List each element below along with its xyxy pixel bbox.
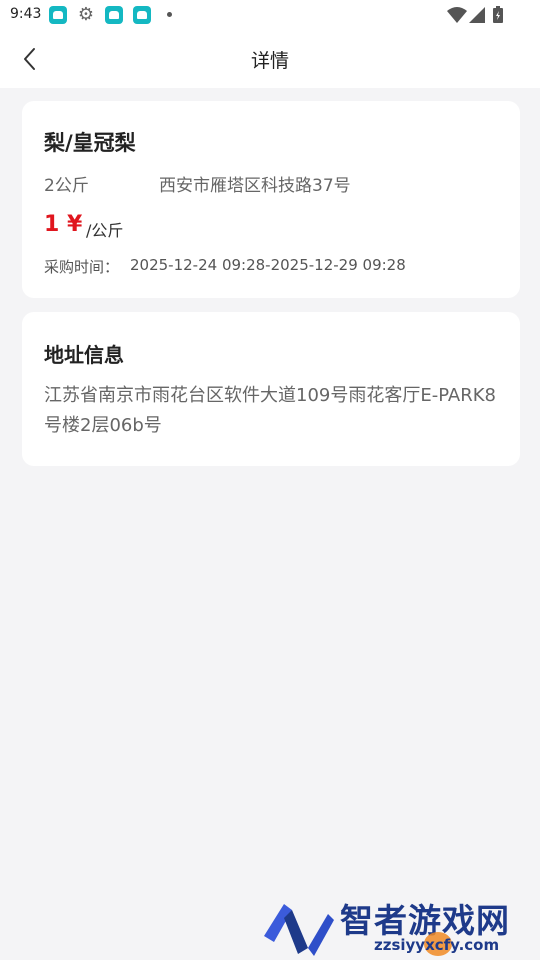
address-card: 地址信息 江苏省南京市雨花台区软件大道109号雨花客厅E-PARK8号楼2层06… — [22, 312, 520, 466]
product-location: 西安市雁塔区科技路37号 — [159, 176, 351, 196]
app-notification-icon — [133, 6, 151, 24]
price-unit: /公斤 — [86, 221, 124, 240]
product-card: 梨/皇冠梨 2公斤 西安市雁塔区科技路37号 1 ¥ /公斤 采购时间： 202… — [22, 101, 520, 298]
app-header: 详情 — [0, 30, 540, 88]
app-notification-icon — [49, 6, 67, 24]
wifi-icon — [447, 7, 467, 23]
watermark-url: zzsiyyxcfy.com — [374, 936, 500, 954]
page-title: 详情 — [250, 50, 289, 72]
status-time: 9:43 — [10, 6, 42, 22]
settings-icon: ⚙ — [77, 4, 95, 25]
product-price: 1 ¥ — [44, 212, 83, 237]
address-text: 江苏省南京市雨花台区软件大道109号雨花客厅E-PARK8号楼2层06b号 — [44, 385, 497, 436]
purchase-time-label: 采购时间： — [44, 258, 120, 276]
product-name: 梨/皇冠梨 — [44, 131, 136, 155]
watermark-logo-icon — [264, 904, 334, 956]
battery-icon — [493, 6, 503, 23]
signal-icon — [469, 7, 485, 23]
purchase-time-value: 2025-12-24 09:28-2025-12-29 09:28 — [130, 256, 406, 274]
product-weight: 2公斤 — [44, 176, 89, 196]
app-notification-icon — [105, 6, 123, 24]
address-section-title: 地址信息 — [44, 343, 124, 367]
more-notifications-icon — [167, 12, 172, 17]
status-bar: 9:43 ⚙ — [0, 0, 540, 30]
watermark: 智者游戏网 zzsiyyxcfy.com — [258, 888, 540, 960]
watermark-title: 智者游戏网 — [340, 901, 510, 940]
